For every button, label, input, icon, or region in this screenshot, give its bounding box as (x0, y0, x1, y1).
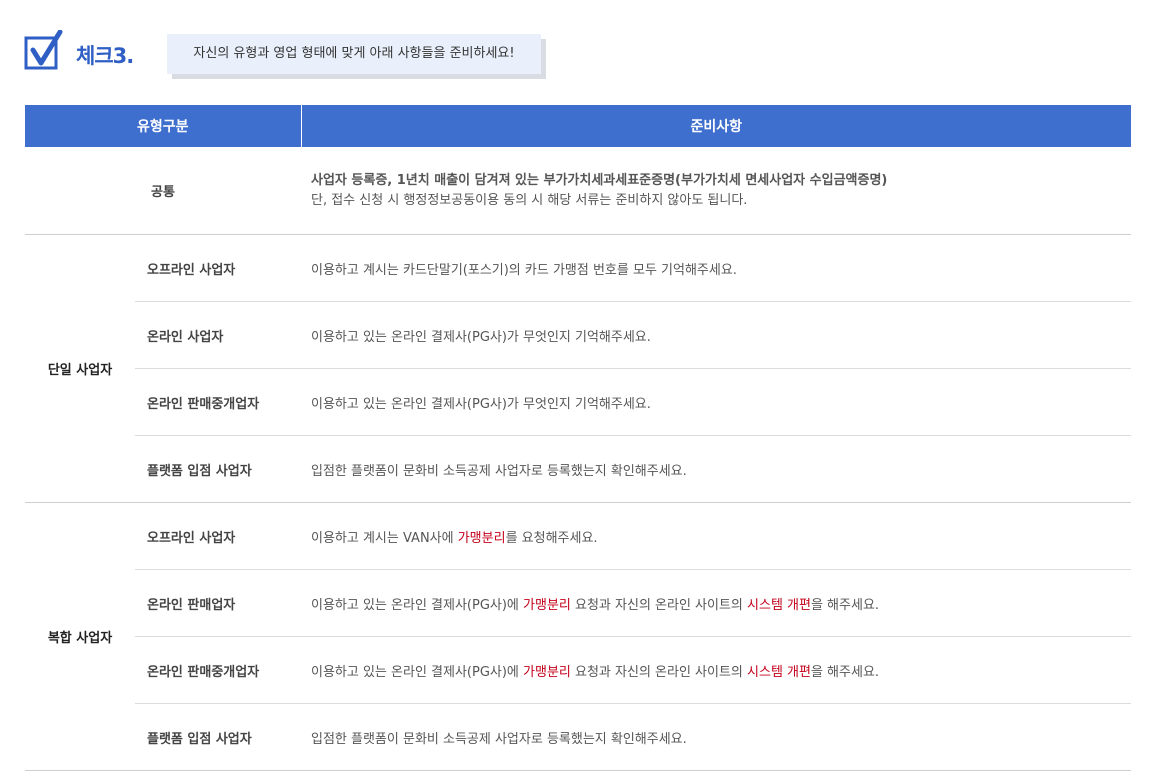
preparation-text: 이용하고 있는 온라인 결제사(PG사)가 무엇인지 기억해주세요. (301, 301, 1131, 369)
column-header-type: 유형구분 (25, 105, 302, 147)
desc-part: 를 요청해주세요. (505, 530, 598, 546)
highlight-text: 가맹분리 (523, 664, 571, 680)
preparation-text: 이용하고 계시는 카드단말기(포스기)의 카드 가맹점 번호를 모두 기억해주세… (301, 234, 1131, 302)
preparation-text: 이용하고 있는 온라인 결제사(PG사)에 가맹분리 요청과 자신의 온라인 사… (301, 636, 1131, 704)
check-step-title: 체크3. (76, 44, 134, 68)
type-label-common: 공통 (25, 147, 301, 235)
checkbox-check-icon (24, 30, 63, 70)
type-label: 플랫폼 입점 사업자 (135, 703, 301, 771)
column-header-preparation: 준비사항 (301, 105, 1131, 147)
group-label-compound: 복합 사업자 (25, 502, 135, 771)
table-row: 온라인 판매업자 이용하고 있는 온라인 결제사(PG사)에 가맹분리 요청과 … (25, 569, 1131, 637)
desc-part: 이용하고 있는 온라인 결제사(PG사)에 (311, 664, 524, 680)
highlight-text: 가맹분리 (523, 597, 571, 613)
table-row: 복합 사업자 오프라인 사업자 이용하고 계시는 VAN사에 가맹분리를 요청해… (25, 502, 1131, 771)
common-line-1: 사업자 등록증, 1년치 매출이 담겨져 있는 부가가치세과세표준증명(부가가치… (311, 172, 888, 188)
highlight-text: 시스템 개편 (747, 597, 811, 613)
table-row: 플랫폼 입점 사업자 입점한 플랫폼이 문화비 소득공제 사업자로 등록했는지 … (25, 435, 1131, 503)
preparation-text: 이용하고 있는 온라인 결제사(PG사)가 무엇인지 기억해주세요. (301, 368, 1131, 436)
preparation-text: 이용하고 계시는 VAN사에 가맹분리를 요청해주세요. (301, 502, 1131, 570)
desc-part: 을 해주세요. (810, 597, 880, 613)
common-line-2: 단, 접수 신청 시 행정정보공동이용 동의 시 해당 서류는 준비하지 않아도… (311, 192, 748, 208)
desc-part: 이용하고 계시는 VAN사에 (311, 530, 458, 546)
type-label: 온라인 판매중개업자 (135, 368, 301, 436)
desc-part: 요청과 자신의 온라인 사이트의 (570, 597, 748, 613)
preparation-table: 유형구분 준비사항 공통 사업자 등록증, 1년치 매출이 담겨져 있는 부가가… (25, 105, 1131, 771)
desc-part: 을 해주세요. (810, 664, 880, 680)
type-label: 온라인 판매업자 (135, 569, 301, 637)
highlight-text: 시스템 개편 (747, 664, 811, 680)
type-label: 오프라인 사업자 (135, 502, 301, 570)
highlight-text: 가맹분리 (457, 530, 506, 546)
type-label: 온라인 사업자 (135, 301, 301, 369)
preparation-common: 사업자 등록증, 1년치 매출이 담겨져 있는 부가가치세과세표준증명(부가가치… (301, 147, 1131, 235)
type-label: 오프라인 사업자 (135, 234, 301, 302)
preparation-text: 입점한 플랫폼이 문화비 소득공제 사업자로 등록했는지 확인해주세요. (301, 435, 1131, 503)
type-label: 온라인 판매중개업자 (135, 636, 301, 704)
table-row: 플랫폼 입점 사업자 입점한 플랫폼이 문화비 소득공제 사업자로 등록했는지 … (25, 703, 1131, 771)
table-row-common: 공통 사업자 등록증, 1년치 매출이 담겨져 있는 부가가치세과세표준증명(부… (25, 147, 1131, 235)
preparation-text: 입점한 플랫폼이 문화비 소득공제 사업자로 등록했는지 확인해주세요. (301, 703, 1131, 771)
instruction-banner: 자신의 유형과 영업 형태에 맞게 아래 사항들을 준비하세요! (167, 34, 541, 74)
table-row: 온라인 판매중개업자 이용하고 있는 온라인 결제사(PG사)에 가맹분리 요청… (25, 636, 1131, 704)
preparation-text: 이용하고 있는 온라인 결제사(PG사)에 가맹분리 요청과 자신의 온라인 사… (301, 569, 1131, 637)
desc-part: 요청과 자신의 온라인 사이트의 (570, 664, 748, 680)
table-row: 단일 사업자 오프라인 사업자 이용하고 계시는 카드단말기(포스기)의 카드 … (25, 234, 1131, 503)
table-row: 온라인 판매중개업자 이용하고 있는 온라인 결제사(PG사)가 무엇인지 기억… (25, 368, 1131, 436)
group-label-single: 단일 사업자 (25, 234, 135, 503)
type-label: 플랫폼 입점 사업자 (135, 435, 301, 503)
section-header: 체크3. 자신의 유형과 영업 형태에 맞게 아래 사항들을 준비하세요! (24, 28, 624, 80)
table-row: 온라인 사업자 이용하고 있는 온라인 결제사(PG사)가 무엇인지 기억해주세… (25, 301, 1131, 369)
desc-part: 이용하고 있는 온라인 결제사(PG사)에 (311, 597, 524, 613)
